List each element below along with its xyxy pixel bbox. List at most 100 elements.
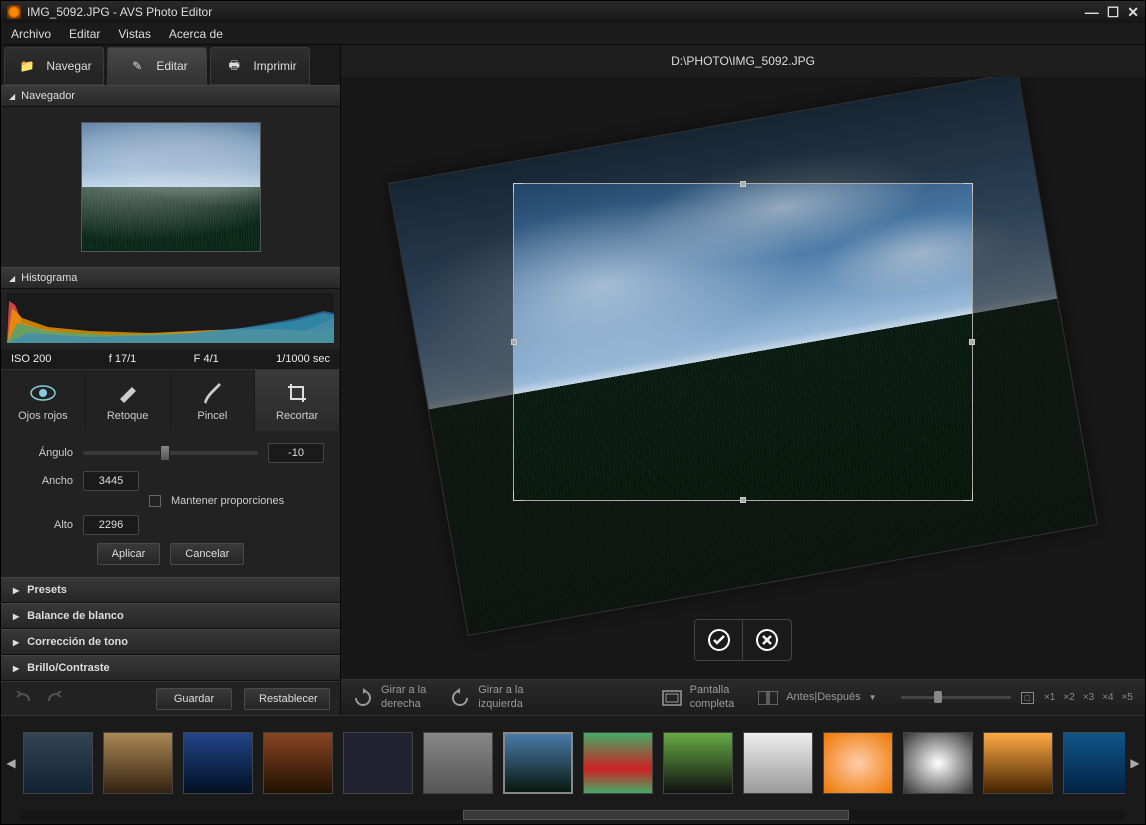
tab-print[interactable]: 🖶 Imprimir (210, 47, 310, 85)
filmstrip-next[interactable]: ▶ (1125, 756, 1145, 770)
tool-brush[interactable]: Pincel (171, 370, 256, 431)
crop-handle-bm[interactable] (740, 497, 746, 503)
zoom-slider[interactable] (901, 696, 1011, 699)
crop-handle-rm[interactable] (969, 339, 975, 345)
crop-handle-tm[interactable] (740, 181, 746, 187)
width-value[interactable]: 3445 (83, 471, 139, 491)
chevron-right-icon: ▶ (13, 638, 19, 647)
tool-crop[interactable]: Recortar (255, 370, 340, 431)
canvas[interactable] (341, 77, 1145, 679)
redo-icon[interactable] (45, 691, 67, 707)
tool-redeye[interactable]: Ojos rojos (1, 370, 86, 431)
keep-ratio-checkbox[interactable] (149, 495, 161, 507)
crop-handle-tr[interactable] (963, 183, 973, 193)
thumbnail[interactable] (983, 732, 1053, 794)
thumbnail[interactable] (103, 732, 173, 794)
menu-bar: Archivo Editar Vistas Acerca de (1, 23, 1145, 45)
menu-views[interactable]: Vistas (118, 27, 150, 41)
acc-white-balance[interactable]: ▶ Balance de blanco (1, 603, 340, 629)
tool-label: Ojos rojos (18, 410, 68, 422)
thumbnail[interactable] (823, 732, 893, 794)
zoom-stops: ×1 ×2 ×3 ×4 ×5 (1044, 692, 1133, 703)
thumbnail[interactable] (343, 732, 413, 794)
zoom-x1[interactable]: ×1 (1044, 692, 1055, 703)
crop-handle-lm[interactable] (511, 339, 517, 345)
chevron-right-icon: ▶ (13, 612, 19, 621)
crop-confirm-bar (694, 619, 792, 661)
tab-edit[interactable]: ✎ Editar (107, 47, 207, 85)
reset-button[interactable]: Restablecer (244, 688, 330, 710)
menu-edit[interactable]: Editar (69, 27, 100, 41)
crop-rectangle[interactable] (513, 183, 973, 501)
fullscreen-button[interactable]: Pantalla completa (662, 684, 735, 710)
thumbnail[interactable] (743, 732, 813, 794)
thumbnail[interactable] (903, 732, 973, 794)
menu-file[interactable]: Archivo (11, 27, 51, 41)
panel-title: Histograma (21, 272, 77, 284)
zoom-x5[interactable]: ×5 (1122, 692, 1133, 703)
exif-shutter: 1/1000 sec (276, 353, 330, 365)
tab-label: Navegar (46, 59, 91, 73)
angle-slider[interactable] (83, 451, 258, 455)
filmstrip-scrollbar[interactable] (21, 810, 1125, 820)
panel-navigator-header[interactable]: ◢ Navegador (1, 85, 340, 107)
panel-histogram-header[interactable]: ◢ Histograma (1, 267, 340, 289)
crop-handle-tl[interactable] (513, 183, 523, 193)
thumbnail[interactable] (423, 732, 493, 794)
exif-iso: ISO 200 (11, 353, 51, 365)
save-button[interactable]: Guardar (156, 688, 232, 710)
reject-button[interactable] (743, 620, 791, 660)
tab-browse[interactable]: 📁 Navegar (4, 47, 104, 85)
fit-screen-icon[interactable]: □ (1021, 692, 1034, 704)
thumbnail[interactable] (263, 732, 333, 794)
zoom-x2[interactable]: ×2 (1063, 692, 1074, 703)
collapse-icon: ◢ (9, 274, 15, 283)
thumbnail[interactable] (663, 732, 733, 794)
zoom-x4[interactable]: ×4 (1102, 692, 1113, 703)
acc-tone[interactable]: ▶Corrección de tono (1, 629, 340, 655)
rotate-left-button[interactable]: Girar a la izquierda (450, 684, 523, 710)
app-icon (7, 5, 21, 19)
adjustments-accordion: ▶ Presets ▶ Balance de blanco ▶Corrección … (1, 577, 340, 681)
chevron-right-icon: ▶ (13, 586, 19, 595)
close-button[interactable]: ✕ (1127, 4, 1139, 21)
angle-value[interactable]: -10 (268, 443, 324, 463)
keep-ratio-label: Mantener proporciones (171, 495, 284, 507)
rotate-right-icon (353, 688, 373, 708)
filmstrip-prev[interactable]: ◀ (1, 756, 21, 770)
sidebar-footer: Guardar Restablecer (1, 681, 340, 715)
crop-controls: Ángulo -10 Ancho 3445 Mantener proporcio… (1, 431, 340, 577)
apply-button[interactable]: Aplicar (97, 543, 161, 565)
zoom-x3[interactable]: ×3 (1083, 692, 1094, 703)
fullscreen-icon (662, 688, 682, 708)
navigator-preview[interactable] (1, 107, 340, 267)
menu-about[interactable]: Acerca de (169, 27, 223, 41)
acc-presets[interactable]: ▶ Presets (1, 577, 340, 603)
minimize-button[interactable]: — (1085, 4, 1099, 20)
tool-retouch[interactable]: Retoque (86, 370, 171, 431)
acc-label: Balance de blanco (27, 610, 124, 622)
height-label: Alto (17, 519, 73, 531)
filmstrip-track[interactable] (21, 726, 1125, 800)
eye-icon (29, 380, 57, 406)
thumbnail[interactable] (1063, 732, 1125, 794)
maximize-button[interactable]: ☐ (1107, 4, 1120, 21)
undo-icon[interactable] (11, 691, 33, 707)
tool-row: Ojos rojos Retoque Pincel Recortar (1, 369, 340, 431)
acc-label: Presets (27, 584, 67, 596)
crop-handle-bl[interactable] (513, 491, 523, 501)
confirm-button[interactable] (695, 620, 743, 660)
thumbnail[interactable] (23, 732, 93, 794)
tab-label: Editar (156, 59, 187, 73)
thumbnail[interactable] (183, 732, 253, 794)
before-after-button[interactable]: Antes|Después ▼ (758, 688, 876, 708)
filmstrip-container: ◀ ▶ (1, 715, 1145, 824)
crop-handle-br[interactable] (963, 491, 973, 501)
height-value[interactable]: 2296 (83, 515, 139, 535)
acc-brightness[interactable]: ▶Brillo/Contraste (1, 655, 340, 681)
thumbnail[interactable] (583, 732, 653, 794)
cancel-button[interactable]: Cancelar (170, 543, 244, 565)
thumbnail-selected[interactable] (503, 732, 573, 794)
retouch-icon (114, 380, 142, 406)
rotate-right-button[interactable]: Girar a la derecha (353, 684, 426, 710)
